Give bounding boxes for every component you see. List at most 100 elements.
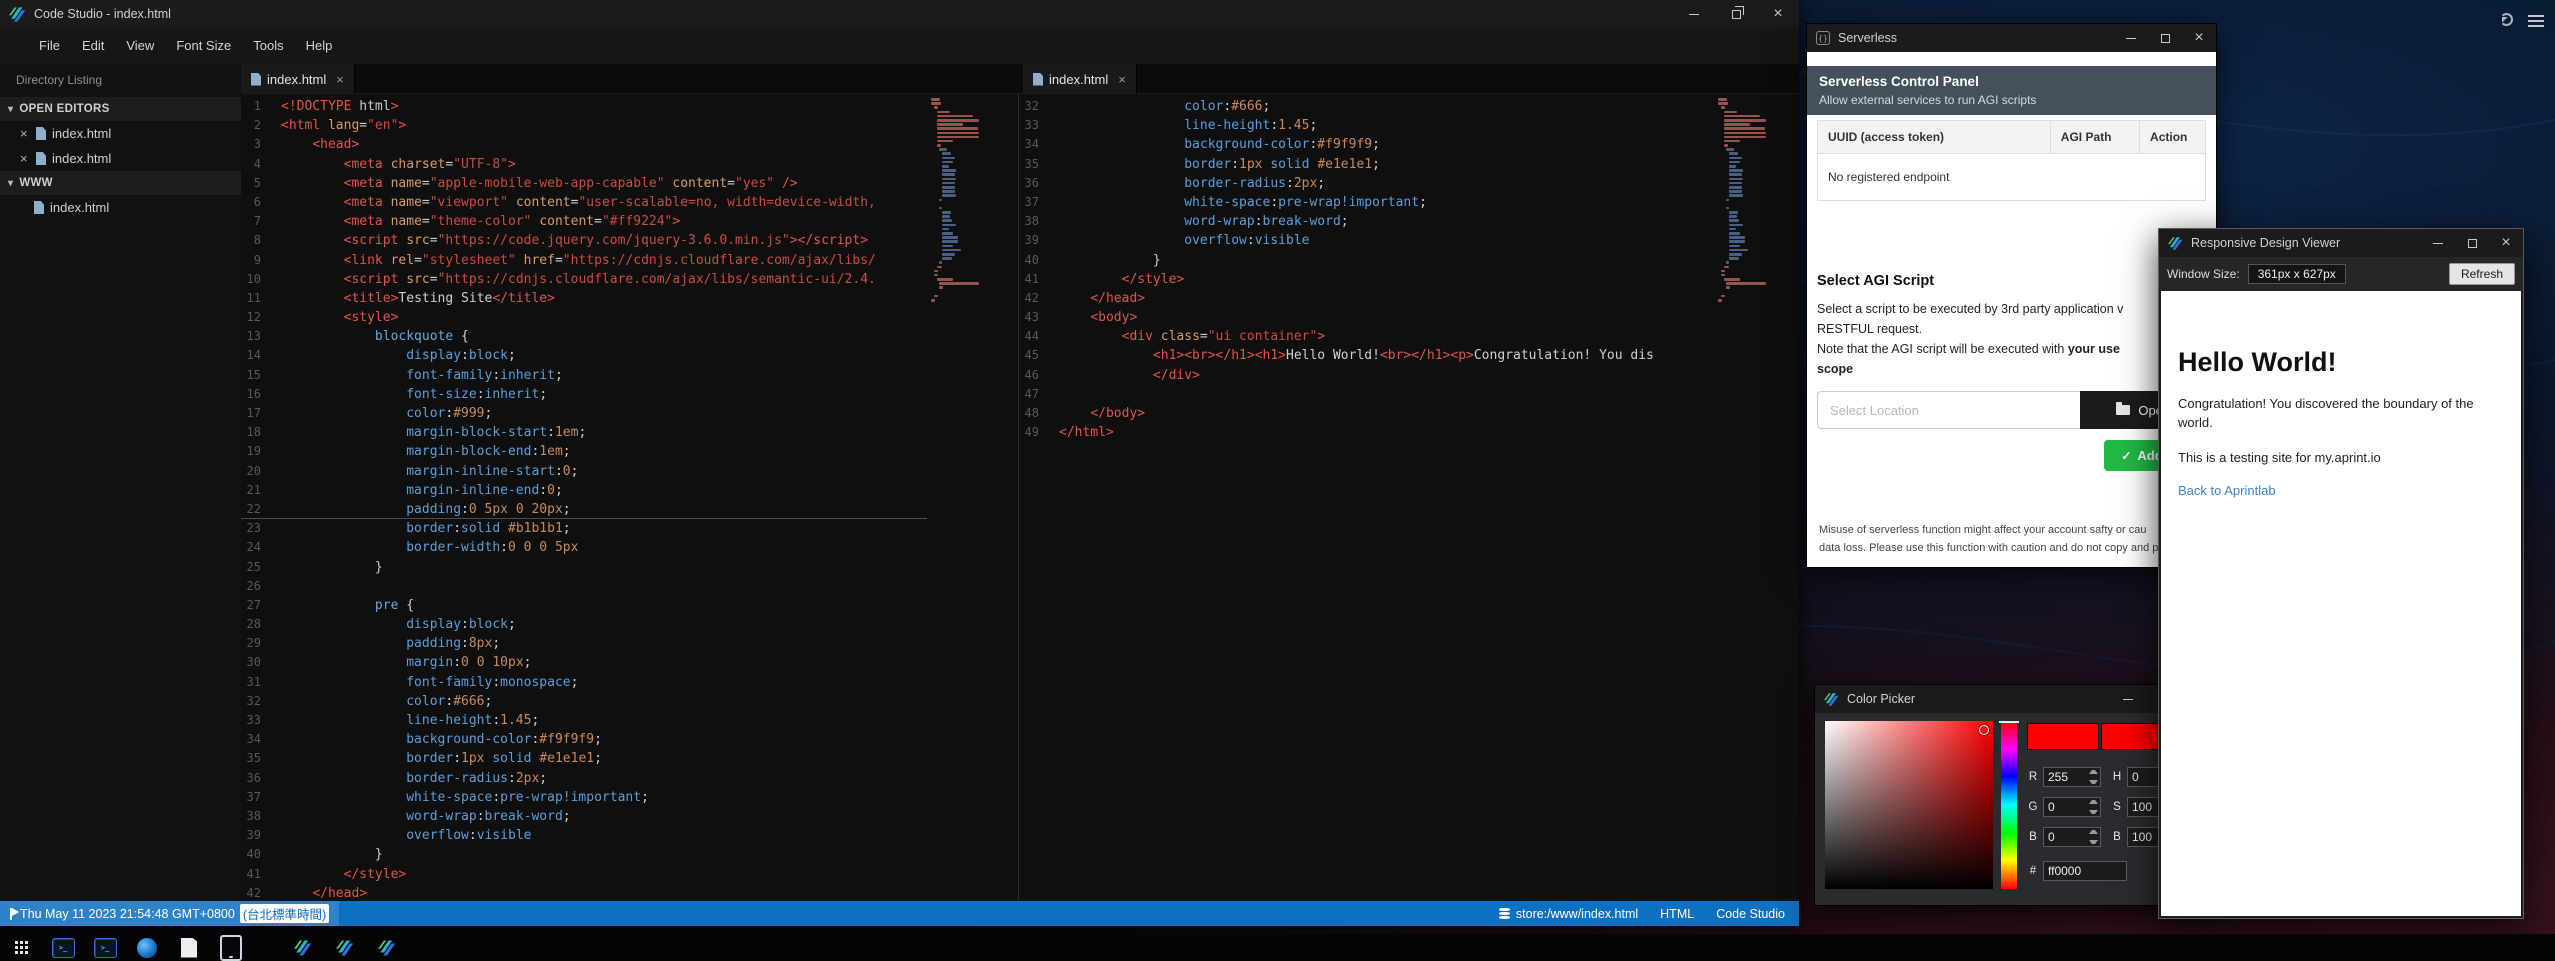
shell-menu-icon[interactable] <box>2523 8 2549 34</box>
spinner-icon[interactable] <box>2089 770 2098 784</box>
sidebar-item-index.html[interactable]: index.html <box>0 195 241 220</box>
status-app-name[interactable]: Code Studio <box>1716 907 1785 921</box>
code-line-34[interactable]: 34 background-color:#f9f9f9; <box>241 730 927 749</box>
code-line-35[interactable]: 35 border:1px solid #e1e1e1; <box>241 749 927 768</box>
minimap[interactable] <box>931 98 995 303</box>
code-line-19[interactable]: 19 margin-block-end:1em; <box>241 442 927 461</box>
code-line-41[interactable]: 41 </style> <box>1019 270 1714 289</box>
code-line-32[interactable]: 32 color:#666; <box>1019 97 1714 116</box>
minimap[interactable] <box>1718 98 1782 303</box>
refresh-button[interactable]: Refresh <box>2449 263 2515 285</box>
code-line-22[interactable]: 22 padding:0 5px 0 20px; <box>241 500 927 519</box>
spinner-icon[interactable] <box>2089 830 2098 844</box>
sidebar-item-index.html[interactable]: index.html <box>0 121 241 146</box>
code-line-24[interactable]: 24 border-width:0 0 0 5px <box>241 538 927 557</box>
tab-index.html[interactable]: index.html <box>1023 64 1137 94</box>
status-file-path[interactable]: store:/www/index.html <box>1499 907 1638 921</box>
restore-button[interactable] <box>1715 0 1757 28</box>
minimize-button[interactable] <box>2114 24 2148 52</box>
code-line-27[interactable]: 27 pre { <box>241 596 927 615</box>
close-icon[interactable] <box>1118 72 1126 87</box>
code-line-33[interactable]: 33 line-height:1.45; <box>241 711 927 730</box>
window-size-value[interactable]: 361px x 627px <box>2248 264 2346 284</box>
code-line-39[interactable]: 39 overflow:visible <box>1019 231 1714 250</box>
code-line-38[interactable]: 38 word-wrap:break-word; <box>1019 212 1714 231</box>
emulator-app-icon[interactable] <box>218 935 244 961</box>
menu-help[interactable]: Help <box>295 28 344 64</box>
code-line-35[interactable]: 35 border:1px solid #e1e1e1; <box>1019 155 1714 174</box>
code-line-42[interactable]: 42 </head> <box>241 884 927 901</box>
code-line-39[interactable]: 39 overflow:visible <box>241 826 927 845</box>
code-line-32[interactable]: 32 color:#666; <box>241 692 927 711</box>
green-input[interactable]: 0 <box>2043 797 2101 817</box>
code-line-20[interactable]: 20 margin-inline-start:0; <box>241 462 927 481</box>
files-app-icon[interactable] <box>176 935 202 961</box>
code-line-21[interactable]: 21 margin-inline-end:0; <box>241 481 927 500</box>
editor-pane-2[interactable]: 32 color:#666;33 line-height:1.45;34 bac… <box>1018 94 1798 901</box>
sidebar-section-www[interactable]: WWW <box>0 171 241 195</box>
script-location-input[interactable] <box>1817 391 2080 429</box>
code-line-5[interactable]: 5 <meta name="apple-mobile-web-app-capab… <box>241 174 927 193</box>
menu-file[interactable]: File <box>28 28 71 64</box>
code-line-29[interactable]: 29 padding:8px; <box>241 634 927 653</box>
menu-view[interactable]: View <box>115 28 165 64</box>
red-input[interactable]: 255 <box>2043 767 2101 787</box>
code-line-46[interactable]: 46 </div> <box>1019 366 1714 385</box>
code-line-8[interactable]: 8 <script src="https://code.jquery.com/j… <box>241 231 927 250</box>
code-line-9[interactable]: 9 <link rel="stylesheet" href="https://c… <box>241 251 927 270</box>
blue-input[interactable]: 0 <box>2043 827 2101 847</box>
sidebar-section-open-editors[interactable]: OPEN EDITORS <box>0 97 241 121</box>
minimize-button[interactable] <box>1673 0 1715 28</box>
terminal-app-icon[interactable] <box>50 935 76 961</box>
maximize-button[interactable] <box>2148 24 2182 52</box>
code-line-25[interactable]: 25 } <box>241 558 927 577</box>
close-button[interactable] <box>2489 229 2523 257</box>
status-language[interactable]: HTML <box>1660 907 1694 921</box>
code-line-6[interactable]: 6 <meta name="viewport" content="user-sc… <box>241 193 927 212</box>
code-line-40[interactable]: 40 } <box>1019 251 1714 270</box>
code-editor[interactable]: 32 color:#666;33 line-height:1.45;34 bac… <box>1019 97 1714 442</box>
code-line-49[interactable]: 49</html> <box>1019 423 1714 442</box>
hue-slider[interactable] <box>2001 721 2017 889</box>
close-button[interactable] <box>2182 24 2216 52</box>
code-line-2[interactable]: 2<html lang="en"> <box>241 116 927 135</box>
code-line-42[interactable]: 42 </head> <box>1019 289 1714 308</box>
code-line-26[interactable]: 26 <box>241 577 927 596</box>
code-line-47[interactable]: 47 <box>1019 385 1714 404</box>
code-line-33[interactable]: 33 line-height:1.45; <box>1019 116 1714 135</box>
sidebar-item-index.html[interactable]: index.html <box>0 146 241 171</box>
status-datetime[interactable]: Thu May 11 2023 21:54:48 GMT+0800 (台北標準時… <box>0 901 339 926</box>
code-line-4[interactable]: 4 <meta charset="UTF-8"> <box>241 155 927 174</box>
code-line-48[interactable]: 48 </body> <box>1019 404 1714 423</box>
code-line-41[interactable]: 41 </style> <box>241 865 927 884</box>
close-icon[interactable] <box>336 72 344 87</box>
code-line-31[interactable]: 31 font-family:monospace; <box>241 673 927 692</box>
close-button[interactable] <box>1757 0 1799 28</box>
code-line-34[interactable]: 34 background-color:#f9f9f9; <box>1019 135 1714 154</box>
minimize-button[interactable] <box>2111 685 2145 713</box>
code-line-23[interactable]: 23 border:solid #b1b1b1; <box>241 519 927 538</box>
hex-input[interactable]: ff0000 <box>2043 861 2127 881</box>
close-icon[interactable] <box>20 126 36 141</box>
code-line-13[interactable]: 13 blockquote { <box>241 327 927 346</box>
saturation-cursor[interactable] <box>1979 725 1989 735</box>
spinner-icon[interactable] <box>2089 800 2098 814</box>
code-studio-app-icon[interactable] <box>374 935 400 961</box>
menu-tools[interactable]: Tools <box>242 28 294 64</box>
back-to-aprintlab-link[interactable]: Back to Aprintlab <box>2178 483 2276 498</box>
code-line-45[interactable]: 45 <h1><br></h1><h1>Hello World!<br></h1… <box>1019 346 1714 365</box>
code-line-36[interactable]: 36 border-radius:2px; <box>241 769 927 788</box>
code-editor[interactable]: 1<!DOCTYPE html>2<html lang="en">3 <head… <box>241 97 927 901</box>
code-line-36[interactable]: 36 border-radius:2px; <box>1019 174 1714 193</box>
saturation-area[interactable] <box>1825 721 1993 889</box>
maximize-button[interactable] <box>2455 229 2489 257</box>
menu-edit[interactable]: Edit <box>71 28 115 64</box>
tab-index.html[interactable]: index.html <box>241 64 355 94</box>
code-line-43[interactable]: 43 <body> <box>1019 308 1714 327</box>
code-line-7[interactable]: 7 <meta name="theme-color" content="#ff9… <box>241 212 927 231</box>
code-line-15[interactable]: 15 font-family:inherit; <box>241 366 927 385</box>
code-line-28[interactable]: 28 display:block; <box>241 615 927 634</box>
code-line-37[interactable]: 37 white-space:pre-wrap!important; <box>241 788 927 807</box>
code-line-18[interactable]: 18 margin-block-start:1em; <box>241 423 927 442</box>
code-line-10[interactable]: 10 <script src="https://cdnjs.cloudflare… <box>241 270 927 289</box>
